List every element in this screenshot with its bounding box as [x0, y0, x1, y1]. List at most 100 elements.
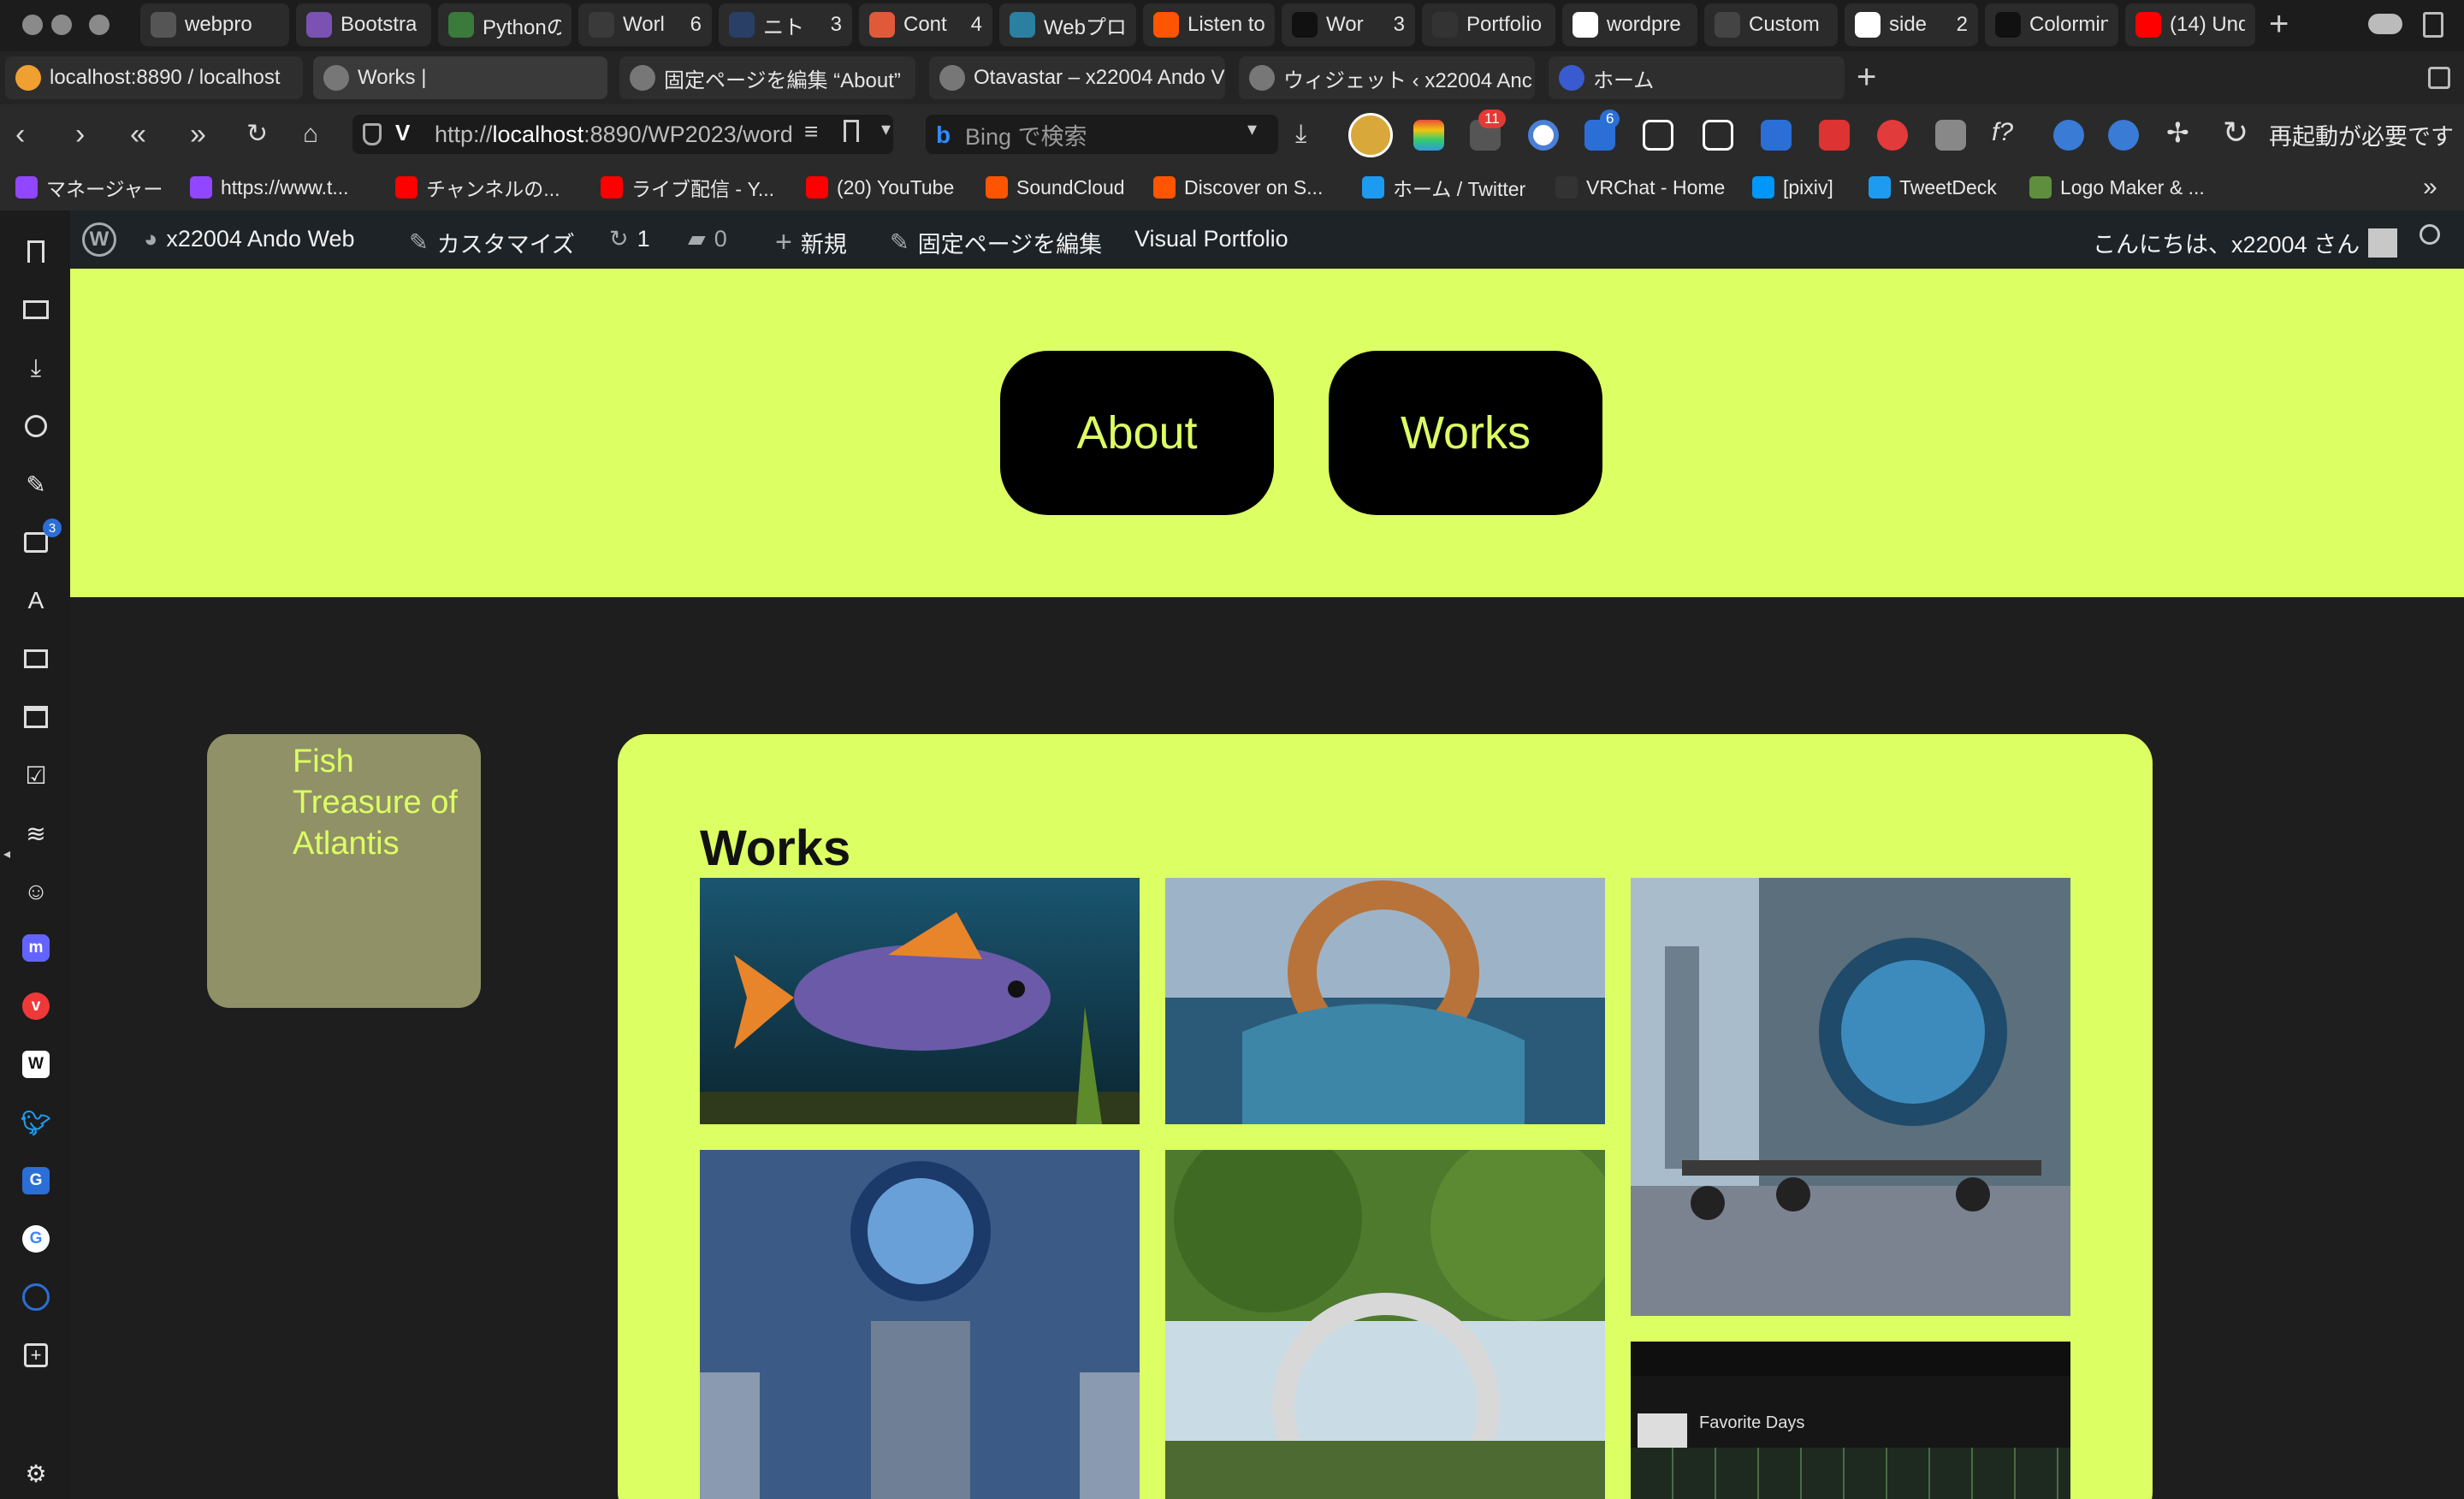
browser-tab[interactable]: (14) Und: [2125, 3, 2255, 46]
browser-tab[interactable]: Bootstra: [296, 3, 431, 46]
bookmarks-overflow-icon[interactable]: »: [2423, 173, 2437, 202]
browser-tab[interactable]: Wor 3: [1282, 3, 1415, 46]
translate-web-icon[interactable]: G: [22, 1167, 50, 1194]
browser-tab[interactable]: ニト 3: [719, 3, 852, 46]
dropdown-icon[interactable]: ▾: [881, 118, 891, 140]
browser-tab[interactable]: 固定ページを編集 “About”: [619, 56, 915, 99]
google-panel-icon[interactable]: G: [22, 1225, 50, 1253]
chat-extension-icon[interactable]: [1877, 120, 1908, 151]
reader-icon[interactable]: ≡: [804, 118, 818, 145]
collapse-panel-icon[interactable]: ◂: [3, 845, 10, 862]
browser-tab[interactable]: wordpre: [1562, 3, 1697, 46]
wordpress-logo-icon[interactable]: W: [82, 222, 116, 257]
bookmark-item[interactable]: Logo Maker & ...: [2029, 175, 2205, 200]
work-thumb-station[interactable]: [700, 1150, 1140, 1499]
extension-circle-icon[interactable]: [1528, 120, 1559, 151]
bookmark-item[interactable]: SoundCloud: [986, 175, 1125, 200]
new-tab-icon[interactable]: +: [1857, 60, 1876, 94]
vivaldi-panel-icon[interactable]: v: [22, 992, 50, 1020]
bookmark-item[interactable]: ライブ配信 - Y...: [601, 175, 774, 200]
puzzle-icon[interactable]: ✢: [2166, 116, 2189, 149]
work-thumb-garden[interactable]: [1165, 1150, 1605, 1499]
shield-icon[interactable]: [363, 123, 382, 145]
color-picker-icon[interactable]: [1819, 120, 1850, 151]
feed-icon[interactable]: ≋: [22, 820, 50, 847]
bookmark-item[interactable]: マネージャー: [15, 175, 163, 200]
nav-works-button[interactable]: Works: [1329, 351, 1602, 515]
rewind-icon[interactable]: «: [130, 119, 146, 150]
tasks-icon[interactable]: ☑: [22, 761, 50, 789]
wikipedia-icon[interactable]: W: [22, 1051, 50, 1078]
reload-icon[interactable]: ↻: [246, 119, 268, 150]
fast-forward-icon[interactable]: »: [190, 119, 206, 150]
twitter-panel-icon[interactable]: 🐦︎: [21, 1109, 51, 1136]
bookmark-item[interactable]: VRChat - Home: [1555, 175, 1725, 200]
browser-tab[interactable]: side 2: [1845, 3, 1978, 46]
bookmark-item[interactable]: チャンネルの...: [395, 175, 560, 200]
back-icon[interactable]: ‹: [15, 119, 25, 150]
bookmark-item[interactable]: Discover on S...: [1153, 175, 1323, 200]
home-icon[interactable]: ⌂: [303, 119, 318, 150]
browser-tab[interactable]: localhost:8890 / localhost: [5, 56, 303, 99]
restart-required-label[interactable]: 再起動が必要です: [2269, 118, 2454, 151]
translate-icon[interactable]: [1761, 120, 1792, 151]
browser-tab[interactable]: Works |: [313, 56, 607, 99]
wp-site-menu[interactable]: ◕ x22004 Ando Web: [144, 226, 355, 252]
tab-panel-icon[interactable]: [2428, 67, 2450, 89]
wp-new-content[interactable]: + 新規: [775, 226, 847, 259]
mastodon-icon[interactable]: m: [22, 934, 50, 962]
wp-edit-page[interactable]: ✎ 固定ページを編集: [890, 226, 1102, 259]
contacts-icon[interactable]: ☺: [22, 878, 50, 905]
wp-updates[interactable]: ↻ 1: [609, 226, 650, 252]
profile-avatar[interactable]: [1348, 113, 1393, 157]
work-thumb-favorite-days[interactable]: Favorite Days: [1631, 1342, 2070, 1499]
extension-gamepad-icon[interactable]: [2053, 120, 2084, 151]
extension-stack-icon[interactable]: [1413, 120, 1444, 151]
browser-tab[interactable]: Listen to: [1143, 3, 1275, 46]
browser-tab[interactable]: Webプロ: [999, 3, 1136, 46]
wp-account-menu[interactable]: こんにちは、x22004 さん: [2093, 226, 2398, 259]
work-thumb-ring[interactable]: [1165, 878, 1605, 1124]
browser-tab[interactable]: ウィジェット ‹ x22004 Anc: [1239, 56, 1535, 99]
window-zoom-button[interactable]: [89, 15, 110, 35]
browser-tab[interactable]: Custom: [1704, 3, 1838, 46]
work-thumb-office[interactable]: [1631, 878, 2070, 1316]
window-extension-icon[interactable]: [1703, 120, 1733, 151]
bookmarks-panel-icon[interactable]: [22, 238, 50, 265]
downloads-icon[interactable]: ⤓: [22, 354, 50, 382]
browser-tab[interactable]: Cont 4: [859, 3, 992, 46]
function-icon[interactable]: f?: [1992, 118, 2013, 147]
wp-visual-portfolio[interactable]: Visual Portfolio: [1134, 226, 1288, 252]
bookmark-item[interactable]: (20) YouTube: [806, 175, 954, 200]
search-engine-dropdown-icon[interactable]: ▾: [1247, 118, 1257, 140]
download-icon[interactable]: ⤓: [1295, 119, 1306, 150]
bookmark-item[interactable]: ホーム / Twitter: [1362, 175, 1525, 200]
new-tab-icon[interactable]: +: [2269, 7, 2289, 41]
browser-tab[interactable]: webpro: [140, 3, 289, 46]
nav-about-button[interactable]: About: [1000, 351, 1274, 515]
browser-tab[interactable]: Portfolio: [1422, 3, 1555, 46]
project-card[interactable]: Fish Treasure of Atlantis: [207, 734, 481, 1008]
restart-icon[interactable]: ↻: [2223, 115, 2248, 151]
bookmark-item[interactable]: https://www.t...: [190, 175, 349, 200]
reading-list-icon[interactable]: [22, 296, 50, 323]
mail-icon[interactable]: [22, 645, 50, 672]
trash-icon[interactable]: [2423, 12, 2443, 38]
window-close-button[interactable]: [22, 15, 43, 35]
browser-tab[interactable]: ホーム: [1549, 56, 1845, 99]
bookmark-item[interactable]: [pixiv]: [1752, 175, 1833, 200]
cloud-icon[interactable]: [2368, 14, 2402, 34]
notes-icon[interactable]: ✎: [22, 471, 50, 498]
forward-icon[interactable]: ›: [75, 119, 85, 150]
settings-icon[interactable]: ⚙: [22, 1460, 50, 1487]
add-panel-icon[interactable]: +: [22, 1342, 50, 1369]
edit-extension-icon[interactable]: [1643, 120, 1673, 151]
search-field[interactable]: Bing で検索: [926, 115, 1278, 154]
bookmark-icon[interactable]: [844, 120, 859, 142]
window-minimize-button[interactable]: [51, 15, 72, 35]
bookmark-item[interactable]: TweetDeck: [1869, 175, 1997, 200]
browser-tab[interactable]: Pythonの: [438, 3, 572, 46]
wp-comments[interactable]: ▰ 0: [688, 226, 727, 252]
extension-robot-icon[interactable]: [1935, 120, 1966, 151]
wp-customize[interactable]: ✎ カスタマイズ: [409, 226, 575, 259]
